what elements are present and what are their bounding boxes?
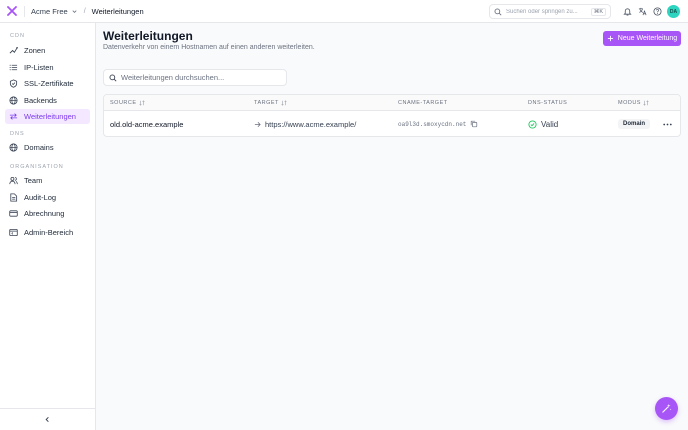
sidebar-item-weiterleitungen[interactable]: Weiterleitungen bbox=[5, 109, 90, 124]
column-label: Source bbox=[110, 100, 137, 106]
dns-status-text: Valid bbox=[541, 119, 559, 129]
assistant-fab-button[interactable] bbox=[655, 397, 678, 420]
column-label: Target bbox=[254, 100, 279, 106]
magic-wand-icon bbox=[662, 403, 672, 413]
top-bar: Acme Free / Weiterleitungen Suchen oder … bbox=[0, 0, 688, 23]
shield-icon bbox=[9, 79, 18, 88]
cname-value: oa9l3d.smoxycdn.net bbox=[398, 120, 467, 128]
source-hostname: old.old-acme.example bbox=[110, 119, 184, 129]
cell-modus: Domain bbox=[618, 111, 651, 137]
bell-icon[interactable] bbox=[620, 4, 634, 19]
document-icon bbox=[10, 192, 18, 202]
sidebar: CDN Zonen IP-Listen SSL-Zertifikate Back… bbox=[0, 23, 96, 430]
sidebar-item-label: Zonen bbox=[24, 46, 46, 55]
avatar[interactable]: DA bbox=[667, 5, 680, 18]
cell-cname-target: oa9l3d.smoxycdn.net bbox=[398, 111, 478, 137]
more-horizontal-icon bbox=[662, 123, 672, 125]
target-url: https://www.acme.example/ bbox=[265, 119, 357, 129]
sidebar-item-team[interactable]: Team bbox=[5, 173, 90, 188]
divider bbox=[24, 5, 25, 17]
redirect-icon bbox=[9, 113, 18, 120]
search-icon bbox=[494, 8, 502, 16]
sidebar-item-zonen[interactable]: Zonen bbox=[5, 43, 90, 58]
sidebar-item-label: Weiterleitungen bbox=[24, 112, 76, 121]
collapse-sidebar-button[interactable] bbox=[0, 408, 95, 430]
list-icon bbox=[9, 64, 18, 70]
sidebar-item-ssl-zertifikate[interactable]: SSL-Zertifikate bbox=[5, 76, 90, 91]
column-header-cname-target: CNAME-TARGET bbox=[398, 100, 448, 106]
sort-icon bbox=[138, 100, 145, 106]
sidebar-item-label: Backends bbox=[24, 95, 57, 105]
new-redirect-label: Neue Weiterleitung bbox=[617, 35, 678, 42]
sidebar-item-domains[interactable]: Domains bbox=[5, 140, 90, 155]
breadcrumb-current: Weiterleitungen bbox=[91, 6, 144, 16]
sidebar-item-admin-bereich[interactable]: Admin-Bereich bbox=[5, 225, 90, 240]
sidebar-item-label: SSL-Zertifikate bbox=[24, 79, 74, 88]
sidebar-section-dns: DNS bbox=[10, 131, 25, 137]
breadcrumb-separator: / bbox=[83, 7, 86, 15]
chevron-down-icon bbox=[72, 9, 77, 13]
globe-icon bbox=[9, 95, 18, 105]
mode-badge: Domain bbox=[618, 119, 651, 129]
row-actions-button[interactable] bbox=[660, 118, 674, 130]
sidebar-section-cdn: CDN bbox=[10, 33, 25, 39]
page-title: Weiterleitungen bbox=[103, 29, 193, 43]
sidebar-item-audit-log[interactable]: Audit-Log bbox=[5, 190, 90, 205]
column-header-target[interactable]: Target bbox=[254, 95, 287, 111]
sidebar-item-ip-listen[interactable]: IP-Listen bbox=[5, 60, 90, 75]
top-icons bbox=[620, 4, 664, 19]
search-icon bbox=[109, 74, 117, 82]
column-header-source[interactable]: Source bbox=[110, 95, 145, 111]
sidebar-item-backends[interactable]: Backends bbox=[5, 93, 90, 108]
search-shortcut: ⌘K bbox=[590, 7, 606, 16]
globe-icon bbox=[9, 143, 18, 152]
arrow-right-icon bbox=[254, 121, 261, 127]
column-header-dns-status: DNS-STATUS bbox=[528, 100, 568, 106]
app-logo-icon[interactable] bbox=[0, 6, 24, 16]
sort-icon bbox=[643, 100, 649, 106]
column-label: Modus bbox=[618, 100, 641, 106]
users-icon bbox=[9, 176, 18, 185]
plus-icon bbox=[607, 35, 613, 42]
redirect-search[interactable] bbox=[103, 69, 287, 86]
global-search[interactable]: Suchen oder springen zu... ⌘K bbox=[489, 4, 611, 19]
cell-source: old.old-acme.example bbox=[110, 111, 183, 137]
redirects-table: Source Target CNAME-TARGET DNS-STATUS Mo… bbox=[103, 94, 681, 137]
table-row[interactable]: old.old-acme.example https://www.acme.ex… bbox=[104, 111, 680, 137]
sidebar-item-label: Domains bbox=[24, 143, 54, 152]
org-switcher[interactable]: Acme Free bbox=[31, 7, 78, 16]
help-icon[interactable] bbox=[650, 4, 664, 19]
sidebar-item-label: Audit-Log bbox=[24, 192, 57, 202]
chevron-left-icon bbox=[45, 416, 49, 423]
sidebar-section-organisation: ORGANISATION bbox=[10, 164, 64, 170]
org-name: Acme Free bbox=[31, 6, 68, 16]
sidebar-item-label: Team bbox=[24, 176, 43, 185]
sort-icon bbox=[281, 100, 287, 106]
sidebar-item-abrechnung[interactable]: Abrechnung bbox=[5, 206, 90, 221]
sidebar-item-label: IP-Listen bbox=[24, 62, 54, 72]
admin-icon bbox=[9, 228, 18, 237]
new-redirect-button[interactable]: Neue Weiterleitung bbox=[603, 31, 681, 46]
column-header-modus[interactable]: Modus bbox=[618, 95, 649, 111]
cell-dns-status: Valid bbox=[528, 111, 558, 137]
main-content: Weiterleitungen Datenverkehr von einem H… bbox=[96, 23, 688, 430]
sidebar-item-label: Admin-Bereich bbox=[24, 228, 74, 237]
zones-icon bbox=[9, 46, 18, 54]
cell-target: https://www.acme.example/ bbox=[254, 111, 356, 137]
search-placeholder: Suchen oder springen zu... bbox=[506, 8, 578, 15]
sidebar-item-label: Abrechnung bbox=[24, 209, 65, 218]
table-header: Source Target CNAME-TARGET DNS-STATUS Mo… bbox=[104, 95, 680, 111]
translate-icon[interactable] bbox=[635, 4, 649, 19]
copy-icon[interactable] bbox=[470, 120, 478, 128]
check-circle-icon bbox=[528, 119, 537, 129]
page-subtitle: Datenverkehr von einem Hostnamen auf ein… bbox=[103, 44, 315, 51]
credit-card-icon bbox=[9, 210, 18, 217]
redirect-search-input[interactable] bbox=[121, 73, 281, 82]
